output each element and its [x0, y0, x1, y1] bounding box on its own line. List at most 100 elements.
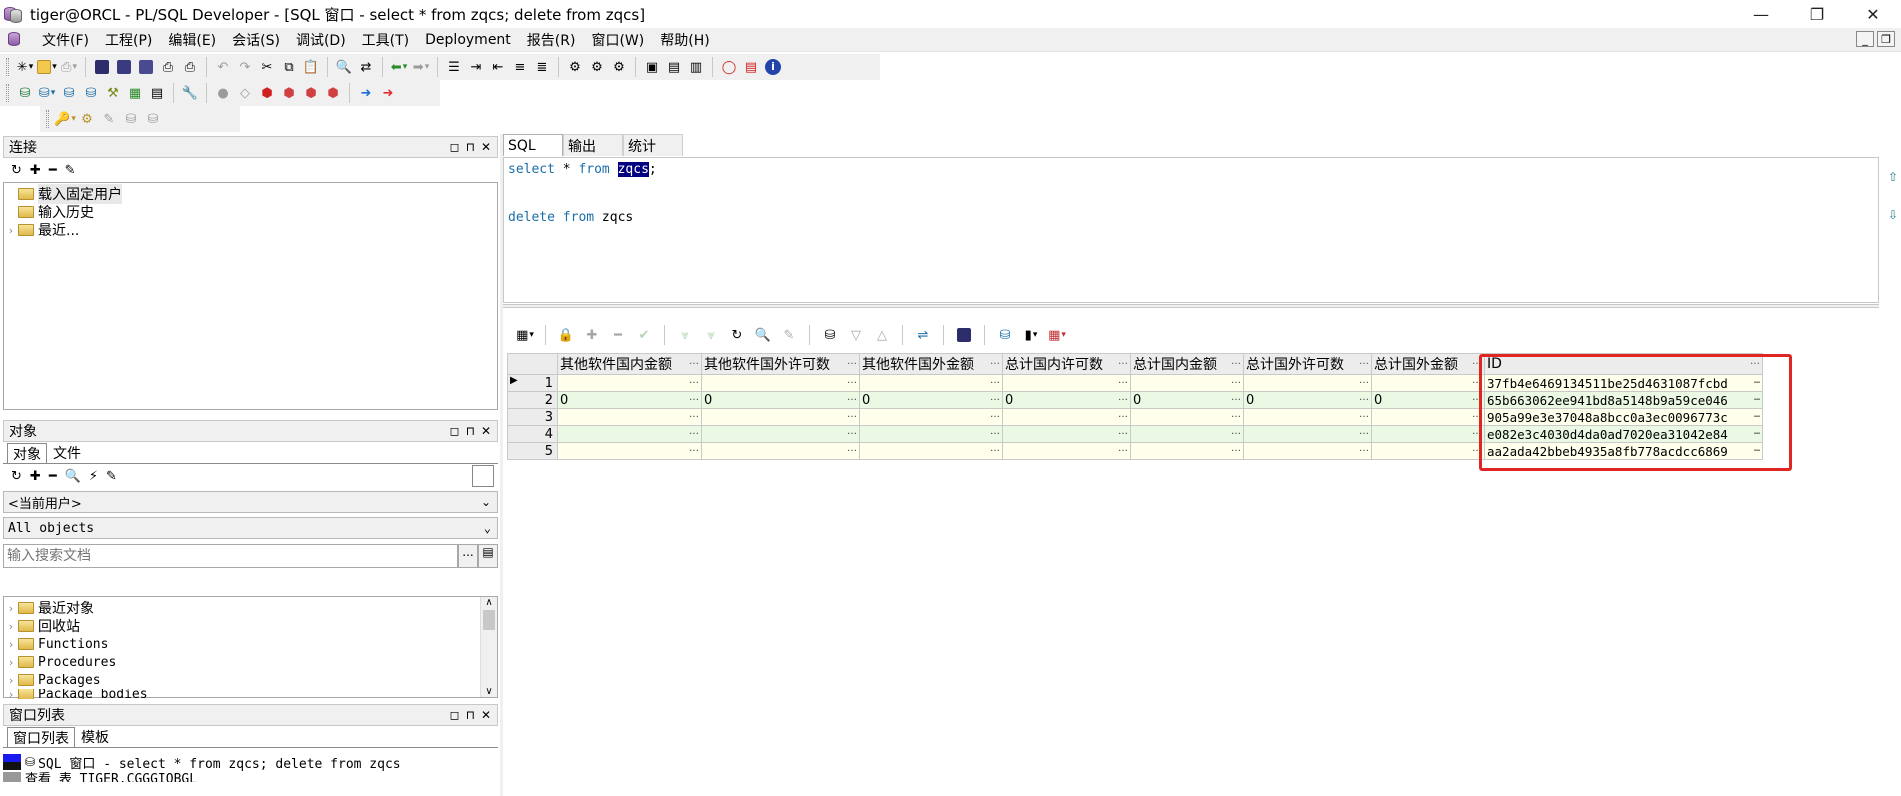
cut-icon[interactable]: ✂ — [257, 57, 277, 77]
grid-cell[interactable]: 0… — [1243, 391, 1372, 409]
undo-icon[interactable]: ↶ — [213, 57, 233, 77]
panel-pin-icon[interactable]: ⊓ — [466, 708, 475, 722]
grid-cell[interactable]: … — [1371, 408, 1485, 426]
editor-nav-arrows[interactable]: ⇧ ⇩ — [1888, 170, 1900, 222]
grid-cell[interactable]: … — [1002, 425, 1131, 443]
grid-cell[interactable]: … — [701, 374, 860, 392]
column-header[interactable]: 其他软件国外许可数… — [701, 353, 860, 375]
menu-reports[interactable]: 报告(R) — [519, 30, 584, 50]
find-icon[interactable]: 🔍 — [334, 57, 354, 77]
clear-icon[interactable]: ✎ — [779, 325, 799, 345]
commit-icon[interactable]: ● — [213, 83, 233, 103]
save-results-icon[interactable] — [954, 325, 974, 345]
grid-cell[interactable]: … — [1371, 425, 1485, 443]
post-changes-icon[interactable]: ✔ — [634, 325, 654, 345]
tile-horizontal-icon[interactable]: ▤ — [664, 57, 684, 77]
properties-icon[interactable]: ✎ — [65, 163, 76, 178]
grid-cell[interactable]: … — [1002, 408, 1131, 426]
menu-edit[interactable]: 编辑(E) — [160, 30, 224, 50]
tree-item-packages[interactable]: › Packages — [4, 671, 497, 689]
grid-cell[interactable]: 0… — [1002, 391, 1131, 409]
tab-statistics[interactable]: 统计 — [623, 134, 683, 156]
print-preview-icon[interactable]: ⎙ — [59, 57, 79, 77]
uppercase-icon[interactable]: ≡ — [510, 57, 530, 77]
query-builder-icon[interactable]: ⚙ — [565, 57, 585, 77]
panel-float-icon[interactable]: ◻ — [450, 424, 460, 438]
panel-close-icon[interactable]: ✕ — [481, 140, 491, 154]
grid-cell[interactable]: … — [557, 425, 702, 443]
column-header[interactable]: 总计国外金额… — [1371, 353, 1485, 375]
grid-cell[interactable]: … — [1371, 374, 1485, 392]
beautifier-icon[interactable]: ⚙ — [609, 57, 629, 77]
fetch-last-icon[interactable]: ⩔ — [701, 325, 721, 345]
grid-corner[interactable] — [507, 353, 558, 375]
log-on-icon[interactable]: ⛁ — [15, 83, 35, 103]
fetch-next-icon[interactable]: ⩔ — [675, 325, 695, 345]
tab-templates[interactable]: 模板 — [75, 727, 115, 747]
grid-cell[interactable]: … — [557, 442, 702, 460]
row-number[interactable]: ▶ 1 — [507, 374, 558, 392]
sql-editor[interactable]: select * from zqcs; delete from zqcs — [503, 157, 1879, 303]
wand-icon[interactable]: ✎ — [99, 109, 119, 129]
grid-select-icon[interactable]: ▦ — [515, 325, 535, 345]
chart-icon[interactable]: ▮ — [1021, 325, 1041, 345]
delete-record-icon[interactable]: ━ — [608, 325, 628, 345]
db2-disabled-icon[interactable]: ⛁ — [143, 109, 163, 129]
grid-cell[interactable]: … — [557, 408, 702, 426]
grid-cell[interactable]: … — [701, 442, 860, 460]
grid-cell[interactable]: … — [1002, 374, 1131, 392]
new-icon[interactable]: ✳ — [15, 57, 35, 77]
grid-cell[interactable]: … — [859, 442, 1003, 460]
db-disabled-icon[interactable]: ⛁ — [121, 109, 141, 129]
row-number[interactable]: 5 — [507, 442, 558, 460]
step-over-icon[interactable]: ⬢ — [301, 83, 321, 103]
find-icon[interactable]: 🔍 — [65, 469, 81, 484]
test-icon[interactable]: ▦ — [125, 83, 145, 103]
open-icon[interactable] — [37, 57, 57, 77]
tile-vertical-icon[interactable]: ▥ — [686, 57, 706, 77]
pdf-icon[interactable]: ▤ — [741, 57, 761, 77]
tree-item-recent-objects[interactable]: › 最近对象 — [4, 599, 497, 617]
menu-help[interactable]: 帮助(H) — [652, 30, 717, 50]
grid-cell[interactable]: … — [1130, 442, 1244, 460]
tree-item-recent[interactable]: › 最近... — [4, 221, 497, 239]
copy-icon[interactable]: ⧉ — [279, 57, 299, 77]
row-number[interactable]: 3 — [507, 408, 558, 426]
maximize-button[interactable]: ❐ — [1789, 0, 1845, 28]
tab-files[interactable]: 文件 — [47, 443, 87, 463]
explain-plan-icon[interactable]: ⚙ — [587, 57, 607, 77]
nav-right-icon[interactable]: ➜ — [356, 83, 376, 103]
grid-cell[interactable]: 0… — [701, 391, 860, 409]
print-icon[interactable]: ⎙ — [158, 57, 178, 77]
unindent-icon[interactable]: ⇤ — [488, 57, 508, 77]
grid-cell[interactable]: … — [701, 408, 860, 426]
key-icon[interactable]: 🔑 — [54, 109, 75, 129]
cascade-windows-icon[interactable]: ▣ — [642, 57, 662, 77]
mdi-minimize-button[interactable]: _ — [1856, 31, 1874, 47]
row-number[interactable]: 2 — [507, 391, 558, 409]
filter-icon[interactable]: ⚡ — [89, 469, 98, 484]
forward-icon[interactable]: ➡ — [411, 57, 431, 77]
log-off-icon[interactable]: ⛁ — [37, 83, 57, 103]
save-all-icon[interactable] — [136, 57, 156, 77]
tree-item-recycle-bin[interactable]: › 回收站 — [4, 617, 497, 635]
menu-session[interactable]: 会话(S) — [224, 30, 288, 50]
refresh-icon[interactable]: ↻ — [11, 163, 22, 178]
grid-cell[interactable]: … — [859, 425, 1003, 443]
nav-run-icon[interactable]: ➜ — [378, 83, 398, 103]
tab-objects[interactable]: 对象 — [7, 443, 47, 463]
column-header[interactable]: 总计国内金额… — [1130, 353, 1244, 375]
column-header[interactable]: 其他软件国内金额… — [557, 353, 702, 375]
column-header[interactable]: 总计国外许可数… — [1243, 353, 1372, 375]
object-filter-dropdown[interactable]: All objects ⌄ — [3, 517, 498, 539]
menu-debug[interactable]: 调试(D) — [288, 30, 354, 50]
grid-cell[interactable]: … — [1243, 442, 1372, 460]
tree-item-functions[interactable]: › Functions — [4, 635, 497, 653]
tab-window-list[interactable]: 窗口列表 — [7, 727, 75, 747]
tab-output[interactable]: 输出 — [563, 134, 623, 156]
grid-cell[interactable]: 0… — [1371, 391, 1485, 409]
find-icon[interactable]: 🔍 — [753, 325, 773, 345]
vertical-scrollbar[interactable]: ∧ ∨ — [480, 597, 497, 697]
query-by-example-icon[interactable]: ⛁ — [820, 325, 840, 345]
grid-cell[interactable]: … — [1130, 374, 1244, 392]
